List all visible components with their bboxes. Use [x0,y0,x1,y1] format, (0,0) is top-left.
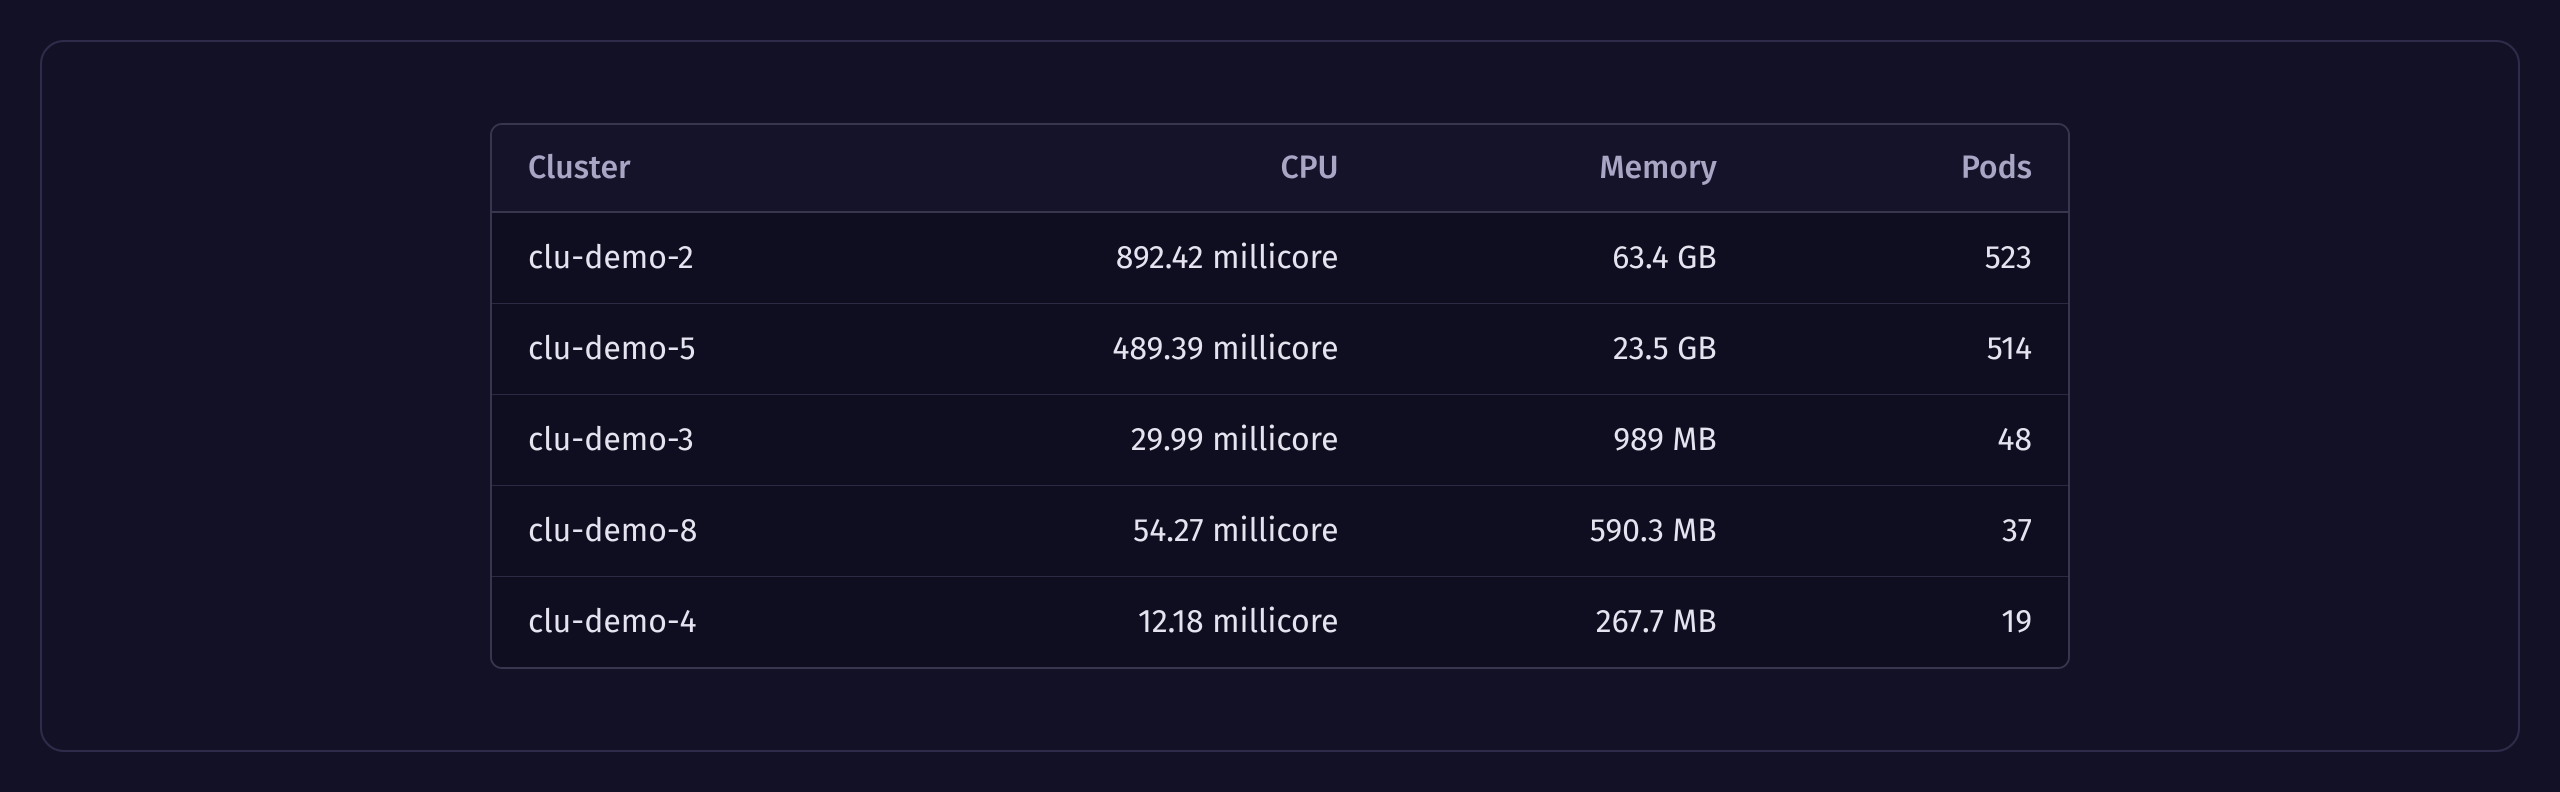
cell-pods: 523 [1753,212,2068,304]
cell-cpu: 12.18 millicore [933,577,1374,668]
cell-cluster: clu-demo-3 [492,395,933,486]
table-row[interactable]: clu-demo-4 12.18 millicore 267.7 MB 19 [492,577,2068,668]
cell-cluster: clu-demo-8 [492,486,933,577]
header-pods[interactable]: Pods [1753,125,2068,212]
table-row[interactable]: clu-demo-5 489.39 millicore 23.5 GB 514 [492,304,2068,395]
cell-cpu: 892.42 millicore [933,212,1374,304]
cell-pods: 514 [1753,304,2068,395]
cell-cluster: clu-demo-4 [492,577,933,668]
cell-memory: 590.3 MB [1375,486,1753,577]
table-row[interactable]: clu-demo-2 892.42 millicore 63.4 GB 523 [492,212,2068,304]
cell-cpu: 29.99 millicore [933,395,1374,486]
table-row[interactable]: clu-demo-8 54.27 millicore 590.3 MB 37 [492,486,2068,577]
cluster-table: Cluster CPU Memory Pods clu-demo-2 892.4… [492,125,2068,667]
cell-pods: 19 [1753,577,2068,668]
header-memory[interactable]: Memory [1375,125,1753,212]
table-header-row: Cluster CPU Memory Pods [492,125,2068,212]
cell-memory: 989 MB [1375,395,1753,486]
cell-cluster: clu-demo-5 [492,304,933,395]
cluster-metrics-panel: Cluster CPU Memory Pods clu-demo-2 892.4… [40,40,2520,752]
cell-pods: 37 [1753,486,2068,577]
cell-cpu: 489.39 millicore [933,304,1374,395]
cluster-table-wrapper: Cluster CPU Memory Pods clu-demo-2 892.4… [490,123,2070,669]
cell-cluster: clu-demo-2 [492,212,933,304]
cell-cpu: 54.27 millicore [933,486,1374,577]
table-row[interactable]: clu-demo-3 29.99 millicore 989 MB 48 [492,395,2068,486]
cell-memory: 23.5 GB [1375,304,1753,395]
header-cluster[interactable]: Cluster [492,125,933,212]
cell-memory: 267.7 MB [1375,577,1753,668]
header-cpu[interactable]: CPU [933,125,1374,212]
cell-memory: 63.4 GB [1375,212,1753,304]
cell-pods: 48 [1753,395,2068,486]
